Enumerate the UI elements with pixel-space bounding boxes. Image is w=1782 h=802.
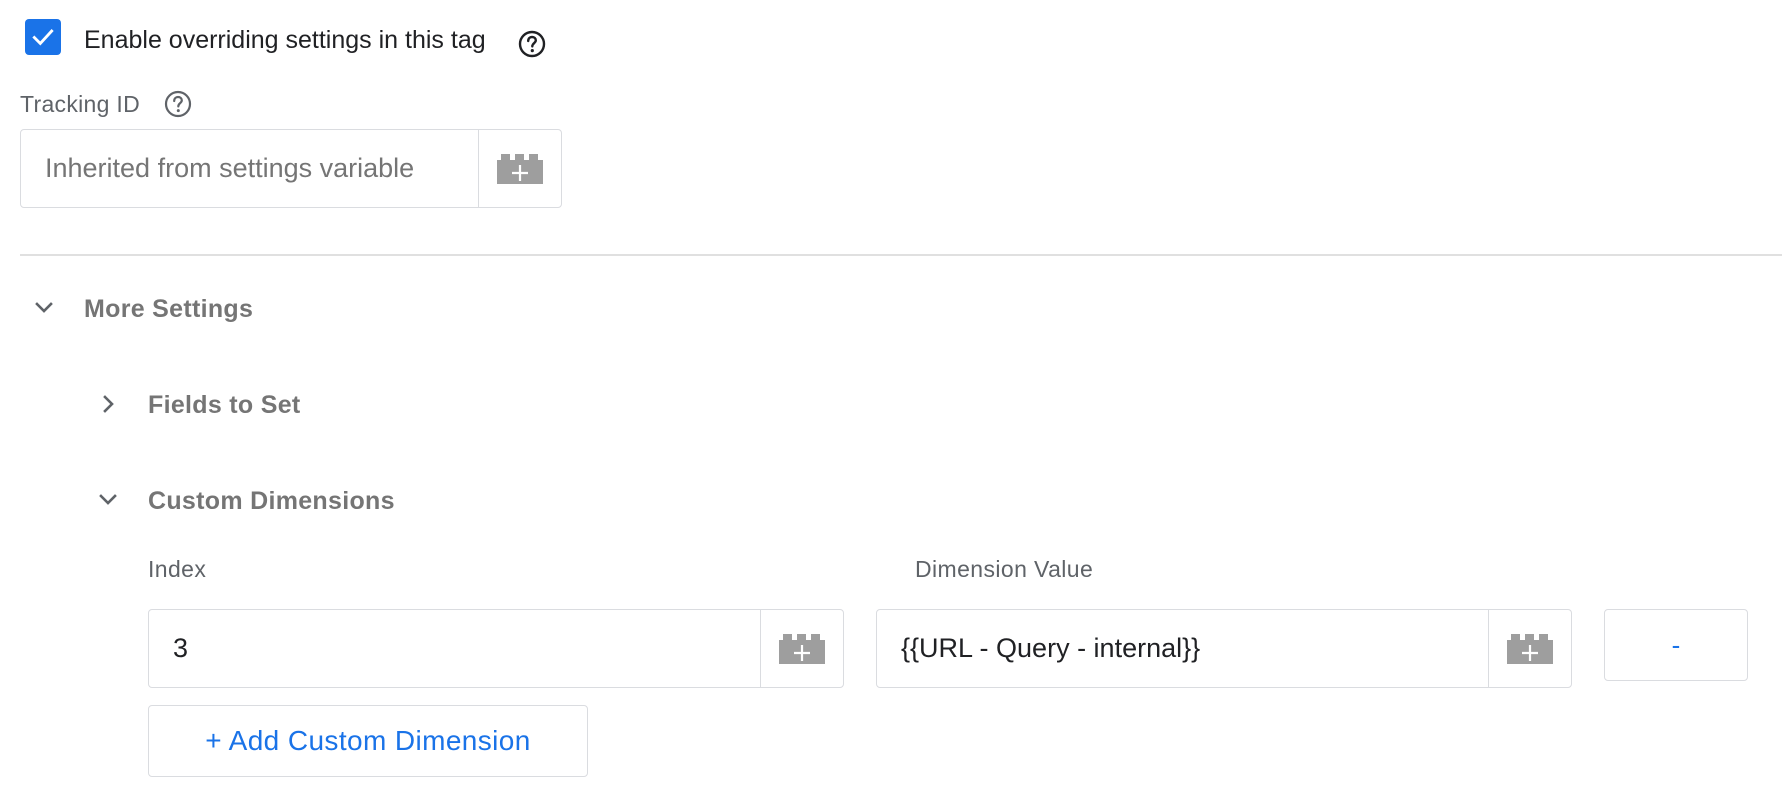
chevron-down-icon[interactable] <box>93 485 123 515</box>
dimension-value-field <box>876 609 1572 688</box>
variable-brick-icon <box>497 153 543 184</box>
remove-dimension-button[interactable]: - <box>1604 609 1748 681</box>
tracking-id-variable-button[interactable] <box>478 130 561 207</box>
more-settings-header[interactable]: More Settings <box>84 294 253 324</box>
check-icon <box>32 29 54 46</box>
chevron-down-icon[interactable] <box>29 293 59 323</box>
fields-to-set-header[interactable]: Fields to Set <box>148 390 301 420</box>
chevron-right-icon[interactable] <box>93 389 123 419</box>
dimension-index-field <box>148 609 844 688</box>
help-icon[interactable] <box>517 29 547 59</box>
variable-brick-icon <box>1507 633 1553 664</box>
override-checkbox-label[interactable]: Enable overriding settings in this tag <box>84 25 486 55</box>
tracking-id-input[interactable] <box>21 130 478 207</box>
section-divider <box>20 254 1782 256</box>
index-column-label: Index <box>148 556 207 582</box>
dimension-index-variable-button[interactable] <box>760 610 843 687</box>
override-checkbox[interactable] <box>25 19 61 55</box>
dimension-value-column-label: Dimension Value <box>915 556 1094 582</box>
variable-brick-icon <box>779 633 825 664</box>
tracking-id-label: Tracking ID <box>20 91 141 117</box>
tracking-id-field <box>20 129 562 208</box>
dimension-index-input[interactable] <box>149 610 760 687</box>
add-custom-dimension-button[interactable]: + Add Custom Dimension <box>148 705 588 777</box>
tracking-id-help-icon[interactable] <box>163 89 193 119</box>
dimension-value-variable-button[interactable] <box>1488 610 1571 687</box>
dimension-value-input[interactable] <box>877 610 1488 687</box>
custom-dimensions-header[interactable]: Custom Dimensions <box>148 486 395 516</box>
